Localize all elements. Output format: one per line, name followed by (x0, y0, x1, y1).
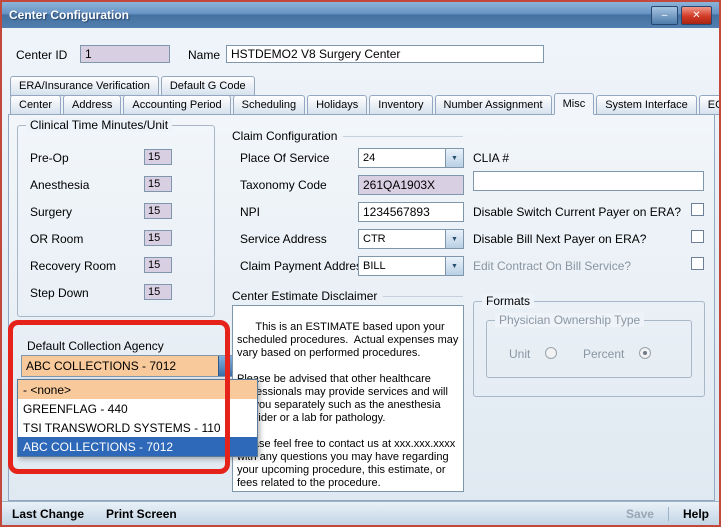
formats-groupbox: Formats Physician Ownership Type Unit Pe… (473, 301, 705, 397)
chevron-down-icon: ▼ (451, 263, 458, 270)
collection-agency-value: ABC COLLECTIONS - 7012 (22, 356, 218, 376)
tab-address[interactable]: Address (63, 95, 121, 115)
statusbar-divider (668, 507, 669, 521)
tab-default-g-code[interactable]: Default G Code (161, 76, 255, 96)
surgery-field[interactable]: 15 (144, 203, 172, 219)
center-id-field[interactable]: 1 (80, 45, 170, 63)
claim-configuration-header: Claim Configuration (232, 129, 463, 143)
pre-op-field[interactable]: 15 (144, 149, 172, 165)
name-field[interactable]: HSTDEMO2 V8 Surgery Center (226, 45, 544, 63)
list-item-abc-collections[interactable]: ABC COLLECTIONS - 7012 (18, 437, 257, 456)
recovery-room-field[interactable]: 15 (144, 257, 172, 273)
center-estimate-disclaimer-header: Center Estimate Disclaimer (232, 289, 463, 303)
step-down-field[interactable]: 15 (144, 284, 172, 300)
minimize-button[interactable]: – (651, 6, 678, 25)
tab-inventory[interactable]: Inventory (369, 95, 432, 115)
close-icon: ✕ (692, 10, 700, 21)
step-down-label: Step Down (30, 286, 89, 300)
tab-center[interactable]: Center (10, 95, 61, 115)
anesthesia-field[interactable]: 15 (144, 176, 172, 192)
clinical-time-title: Clinical Time Minutes/Unit (26, 118, 172, 132)
place-of-service-combobox[interactable]: 24 ▼ (358, 148, 464, 168)
place-of-service-dropdown-button[interactable]: ▼ (445, 149, 463, 167)
close-button[interactable]: ✕ (681, 6, 712, 25)
pre-op-label: Pre-Op (30, 151, 69, 165)
status-bar: Last Change Print Screen Save Help (2, 501, 719, 525)
tab-accounting-period[interactable]: Accounting Period (123, 95, 230, 115)
npi-label: NPI (240, 205, 260, 219)
help-button[interactable]: Help (683, 507, 709, 521)
taxonomy-code-field[interactable]: 261QA1903X (358, 175, 464, 195)
tab-misc[interactable]: Misc (554, 93, 595, 115)
chevron-down-icon: ▼ (451, 236, 458, 243)
collection-agency-dropdown-list: - <none> GREENFLAG - 440 TSI TRANSWORLD … (17, 379, 258, 457)
disable-bill-next-payer-label: Disable Bill Next Payer on ERA? (473, 232, 646, 246)
clia-label: CLIA # (473, 151, 509, 165)
percent-radio[interactable] (639, 347, 651, 359)
claim-payment-address-dropdown-button[interactable]: ▼ (445, 257, 463, 275)
recovery-room-label: Recovery Room (30, 259, 116, 273)
tab-system-interface[interactable]: System Interface (596, 95, 697, 115)
list-item-greenflag[interactable]: GREENFLAG - 440 (18, 399, 257, 418)
claim-payment-address-combobox[interactable]: BILL ▼ (358, 256, 464, 276)
clia-field[interactable] (473, 171, 704, 191)
or-room-label: OR Room (30, 232, 83, 246)
titlebar[interactable]: Center Configuration – ✕ (2, 2, 719, 28)
npi-field[interactable]: 1234567893 (358, 202, 464, 222)
physician-ownership-type-groupbox: Physician Ownership Type Unit Percent (486, 320, 692, 378)
center-configuration-window: Center Configuration – ✕ Center ID 1 Nam… (0, 0, 721, 527)
edit-contract-on-bill-checkbox[interactable] (691, 257, 704, 270)
service-address-dropdown-button[interactable]: ▼ (445, 230, 463, 248)
list-item-none[interactable]: - <none> (18, 380, 257, 399)
surgery-label: Surgery (30, 205, 72, 219)
collection-agency-combobox[interactable]: ABC COLLECTIONS - 7012 ▼ (21, 355, 237, 377)
claim-payment-address-label: Claim Payment Address (240, 259, 368, 273)
edit-contract-on-bill-label: Edit Contract On Bill Service? (473, 259, 631, 273)
print-screen-button[interactable]: Print Screen (106, 507, 177, 521)
name-label: Name (188, 48, 220, 62)
physician-ownership-type-title: Physician Ownership Type (495, 313, 644, 327)
taxonomy-code-label: Taxonomy Code (240, 178, 327, 192)
list-item-tsi-transworld[interactable]: TSI TRANSWORLD SYSTEMS - 110 (18, 418, 257, 437)
tab-ecs-claim[interactable]: ECS Claim (699, 95, 721, 115)
chevron-down-icon: ▼ (224, 363, 231, 370)
or-room-field[interactable]: 15 (144, 230, 172, 246)
unit-radio-label: Unit (509, 347, 530, 361)
formats-title: Formats (482, 294, 534, 308)
collection-agency-label: Default Collection Agency (27, 339, 164, 353)
tab-strip-main: Center Address Accounting Period Schedul… (10, 95, 721, 115)
percent-radio-label: Percent (583, 347, 624, 361)
tab-number-assignment[interactable]: Number Assignment (435, 95, 552, 115)
misc-tab-panel: Clinical Time Minutes/Unit Pre-Op 15 Ane… (8, 114, 715, 501)
disable-switch-current-payer-checkbox[interactable] (691, 203, 704, 216)
tab-holidays[interactable]: Holidays (307, 95, 367, 115)
service-address-label: Service Address (240, 232, 327, 246)
save-button[interactable]: Save (626, 507, 654, 521)
window-title: Center Configuration (9, 8, 129, 22)
last-change-button[interactable]: Last Change (12, 507, 84, 521)
tab-strip-secondary: ERA/Insurance Verification Default G Cod… (10, 76, 255, 96)
anesthesia-label: Anesthesia (30, 178, 89, 192)
service-address-combobox[interactable]: CTR ▼ (358, 229, 464, 249)
center-id-value: 1 (85, 47, 92, 61)
unit-radio[interactable] (545, 347, 557, 359)
chevron-down-icon: ▼ (451, 155, 458, 162)
center-estimate-disclaimer-textarea[interactable]: This is an ESTIMATE based upon your sche… (232, 305, 464, 492)
center-id-label: Center ID (16, 48, 67, 62)
disable-switch-current-payer-label: Disable Switch Current Payer on ERA? (473, 205, 681, 219)
disable-bill-next-payer-checkbox[interactable] (691, 230, 704, 243)
tab-era-insurance-verification[interactable]: ERA/Insurance Verification (10, 76, 159, 96)
window-buttons: – ✕ (651, 6, 712, 25)
place-of-service-label: Place Of Service (240, 151, 329, 165)
tab-scheduling[interactable]: Scheduling (233, 95, 305, 115)
name-value: HSTDEMO2 V8 Surgery Center (231, 47, 400, 61)
minimize-icon: – (662, 10, 668, 21)
clinical-time-groupbox: Clinical Time Minutes/Unit Pre-Op 15 Ane… (17, 125, 215, 317)
